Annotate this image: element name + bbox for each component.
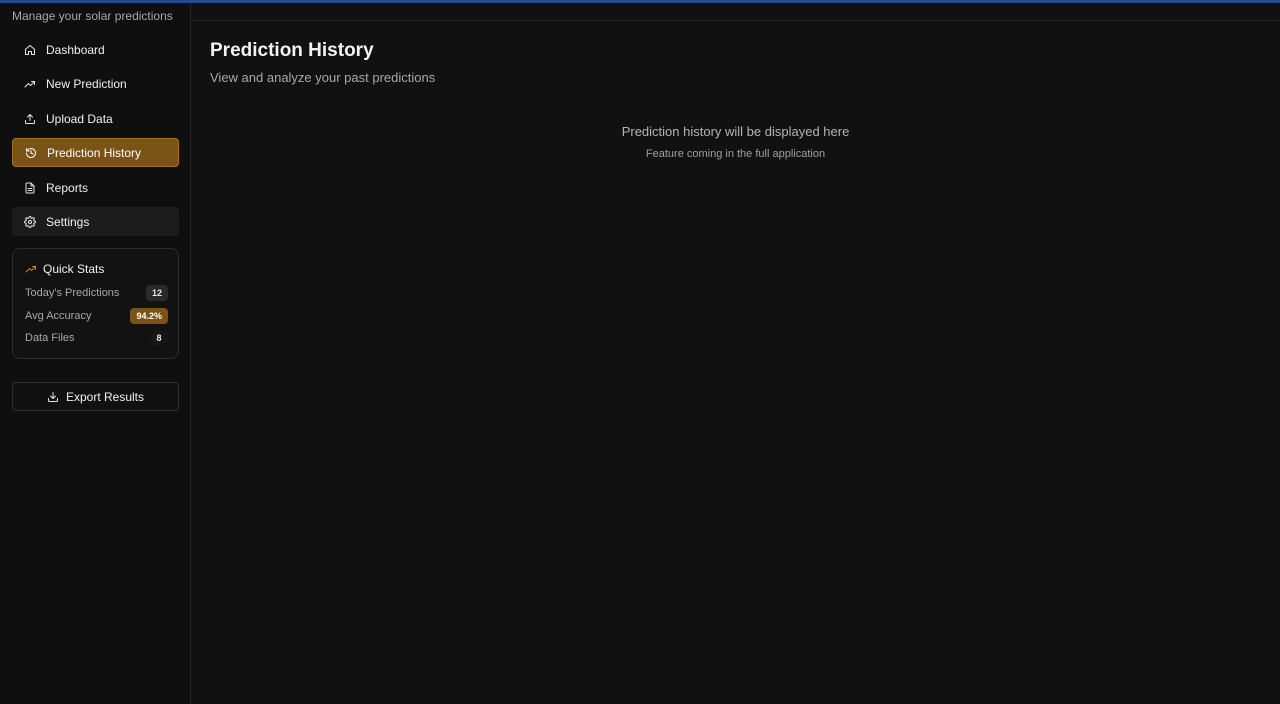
sidebar-item-reports[interactable]: Reports [12, 173, 179, 202]
sidebar-subtitle: Manage your solar predictions [12, 9, 173, 23]
gear-icon [24, 215, 36, 228]
quick-stats-card: Quick Stats Today's Predictions 12 Avg A… [12, 248, 179, 359]
download-icon [47, 391, 59, 403]
sidebar-item-label: Reports [46, 180, 89, 195]
sidebar-item-label: Upload Data [46, 111, 113, 126]
sidebar-item-label: Dashboard [46, 42, 105, 57]
stat-row-todays-predictions: Today's Predictions 12 [25, 284, 168, 302]
sidebar: Manage your solar predictions Dashboard … [0, 3, 191, 704]
sidebar-item-prediction-history[interactable]: Prediction History [12, 138, 179, 167]
stat-label: Data Files [25, 332, 75, 344]
page-subtitle: View and analyze your past predictions [210, 70, 436, 85]
sidebar-item-label: Settings [46, 214, 90, 229]
stat-label: Avg Accuracy [25, 310, 92, 322]
stat-value-badge: 12 [145, 285, 168, 301]
history-icon [25, 147, 37, 159]
upload-icon [24, 113, 36, 125]
quick-stats-label: Quick Stats [43, 262, 105, 276]
home-icon [24, 44, 36, 56]
sidebar-item-label: Prediction History [47, 145, 142, 160]
sidebar-item-dashboard[interactable]: Dashboard [12, 35, 179, 64]
export-results-label: Export Results [65, 389, 145, 404]
stat-row-data-files: Data Files 8 [25, 329, 168, 347]
file-text-icon [24, 182, 36, 194]
trending-up-icon [25, 263, 37, 275]
quick-stats-title: Quick Stats [25, 262, 104, 276]
empty-state-subtitle: Feature coming in the full application [645, 148, 826, 160]
sidebar-item-new-prediction[interactable]: New Prediction [12, 69, 179, 98]
sidebar-item-settings[interactable]: Settings [12, 207, 179, 236]
sidebar-item-label: New Prediction [46, 76, 127, 91]
main-header-divider [192, 20, 1280, 21]
empty-state-title: Prediction history will be displayed her… [621, 124, 850, 139]
sidebar-item-upload-data[interactable]: Upload Data [12, 104, 179, 133]
stat-label: Today's Predictions [25, 287, 120, 299]
trending-up-icon [24, 78, 36, 90]
stat-row-avg-accuracy: Avg Accuracy 94.2% [25, 307, 168, 325]
stat-value-badge: 8 [150, 330, 168, 346]
stat-value-badge: 94.2% [130, 308, 168, 324]
top-accent-bar [0, 0, 1280, 3]
export-results-button[interactable]: Export Results [12, 382, 179, 411]
page-title: Prediction History [210, 40, 374, 61]
